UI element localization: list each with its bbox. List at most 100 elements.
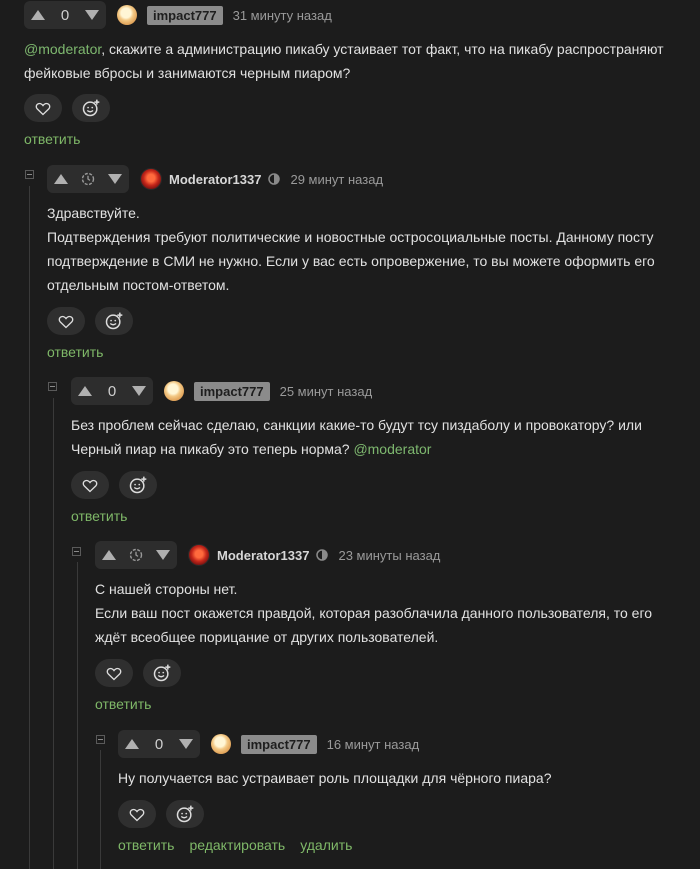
avatar[interactable] (140, 168, 162, 190)
comment-paragraph: С нашей стороны нет. (95, 581, 238, 597)
heart-icon (106, 667, 122, 680)
comment-timestamp[interactable]: 25 минут назад (280, 384, 373, 399)
comment: Moderator1337 29 минут назад Здравствуйт… (47, 165, 677, 360)
avatar[interactable] (188, 544, 210, 566)
arrow-up-icon[interactable] (77, 383, 93, 399)
add-reaction-button[interactable] (119, 471, 157, 499)
comment-timestamp[interactable]: 23 минуты назад (338, 548, 440, 563)
vote-widget: 0 (71, 377, 153, 405)
thread-line (100, 750, 101, 869)
comment-paragraph: Подтверждения требуют политические и нов… (47, 229, 655, 293)
arrow-up-icon[interactable] (101, 547, 117, 563)
edit-link[interactable]: редактировать (189, 837, 285, 853)
like-button[interactable] (95, 659, 133, 687)
arrow-up-icon[interactable] (53, 171, 69, 187)
comment-paragraph: Здравствуйте. (47, 205, 140, 221)
comment: 0 impact777 16 минут назад Ну получается… (118, 730, 678, 853)
avatar[interactable] (211, 734, 231, 754)
avatar[interactable] (164, 381, 184, 401)
emoji-add-icon (153, 664, 171, 682)
reply-link[interactable]: ответить (118, 837, 174, 853)
reply-link[interactable]: ответить (24, 131, 80, 147)
add-reaction-button[interactable] (95, 307, 133, 335)
thread-line (77, 562, 78, 869)
comment-header: 0 impact777 31 минуту назад (24, 1, 684, 29)
comment-actions (71, 471, 671, 499)
collapse-thread-toggle[interactable] (96, 735, 105, 744)
arrow-down-icon[interactable] (155, 547, 171, 563)
emoji-add-icon (105, 312, 123, 330)
username-badge[interactable]: impact777 (241, 734, 317, 754)
emoji-add-icon (82, 99, 100, 117)
arrow-down-icon[interactable] (107, 171, 123, 187)
comment-actions (47, 307, 677, 335)
comment-links: ответить (95, 696, 675, 712)
comment-text: С нашей стороны нет. Если ваш пост окаже… (95, 577, 670, 649)
clock-icon (128, 547, 144, 563)
comment: 0 impact777 31 минуту назад @moderator, … (24, 1, 684, 147)
username-badge[interactable]: impact777 (147, 5, 223, 25)
username-link[interactable]: Moderator1337 (217, 548, 309, 563)
user-mention-link[interactable]: @moderator (353, 441, 431, 457)
vote-widget: 0 (118, 730, 200, 758)
score-value: 0 (154, 735, 164, 753)
comment: 0 impact777 25 минут назад Без проблем с… (71, 377, 671, 524)
comment-text: Без проблем сейчас сделаю, санкции какие… (71, 413, 671, 461)
comment-actions (24, 94, 684, 122)
comment-header: 0 impact777 25 минут назад (71, 377, 671, 405)
comment-header: Moderator1337 23 минуты назад (95, 541, 675, 569)
user-mention-link[interactable]: @moderator (24, 41, 101, 57)
clock-icon (80, 171, 96, 187)
add-reaction-button[interactable] (166, 800, 204, 828)
delete-link[interactable]: удалить (300, 837, 352, 853)
comment-links: ответить (71, 508, 671, 524)
moderator-badge-icon (316, 549, 329, 561)
thread-line (29, 186, 30, 869)
collapse-thread-toggle[interactable] (48, 382, 57, 391)
score-value: 0 (107, 382, 117, 400)
reply-link[interactable]: ответить (47, 344, 103, 360)
arrow-down-icon[interactable] (131, 383, 147, 399)
comment-timestamp[interactable]: 29 минут назад (290, 172, 383, 187)
comment-links: ответить (47, 344, 677, 360)
comment-header: 0 impact777 16 минут назад (118, 730, 678, 758)
comment-header: Moderator1337 29 минут назад (47, 165, 677, 193)
comment-actions (118, 800, 678, 828)
comment-paragraph: Если ваш пост окажется правдой, которая … (95, 605, 653, 645)
reply-link[interactable]: ответить (71, 508, 127, 524)
thread-line (53, 398, 54, 869)
collapse-thread-toggle[interactable] (72, 547, 81, 556)
comment-text: Здравствуйте. Подтверждения требуют поли… (47, 201, 677, 297)
reply-link[interactable]: ответить (95, 696, 151, 712)
comment-text: Ну получается вас устраивает роль площад… (118, 766, 678, 790)
comment-actions (95, 659, 675, 687)
collapse-thread-toggle[interactable] (25, 170, 34, 179)
like-button[interactable] (24, 94, 62, 122)
add-reaction-button[interactable] (72, 94, 110, 122)
moderator-badge-icon (268, 173, 281, 185)
username-badge[interactable]: impact777 (194, 381, 270, 401)
arrow-down-icon[interactable] (178, 736, 194, 752)
comment-links: ответить редактировать удалить (118, 837, 678, 853)
heart-icon (35, 102, 51, 115)
comment: Moderator1337 23 минуты назад С нашей ст… (95, 541, 675, 712)
comment-timestamp[interactable]: 31 минуту назад (233, 8, 332, 23)
arrow-down-icon[interactable] (84, 7, 100, 23)
comment-body: , скажите а администрацию пикабу устаива… (24, 41, 664, 81)
heart-icon (129, 808, 145, 821)
arrow-up-icon[interactable] (30, 7, 46, 23)
avatar[interactable] (117, 5, 137, 25)
heart-icon (58, 315, 74, 328)
comment-links: ответить (24, 131, 684, 147)
vote-widget (47, 165, 129, 193)
vote-widget: 0 (24, 1, 106, 29)
emoji-add-icon (129, 476, 147, 494)
username-link[interactable]: Moderator1337 (169, 172, 261, 187)
add-reaction-button[interactable] (143, 659, 181, 687)
like-button[interactable] (71, 471, 109, 499)
vote-widget (95, 541, 177, 569)
like-button[interactable] (118, 800, 156, 828)
like-button[interactable] (47, 307, 85, 335)
comment-timestamp[interactable]: 16 минут назад (327, 737, 420, 752)
arrow-up-icon[interactable] (124, 736, 140, 752)
